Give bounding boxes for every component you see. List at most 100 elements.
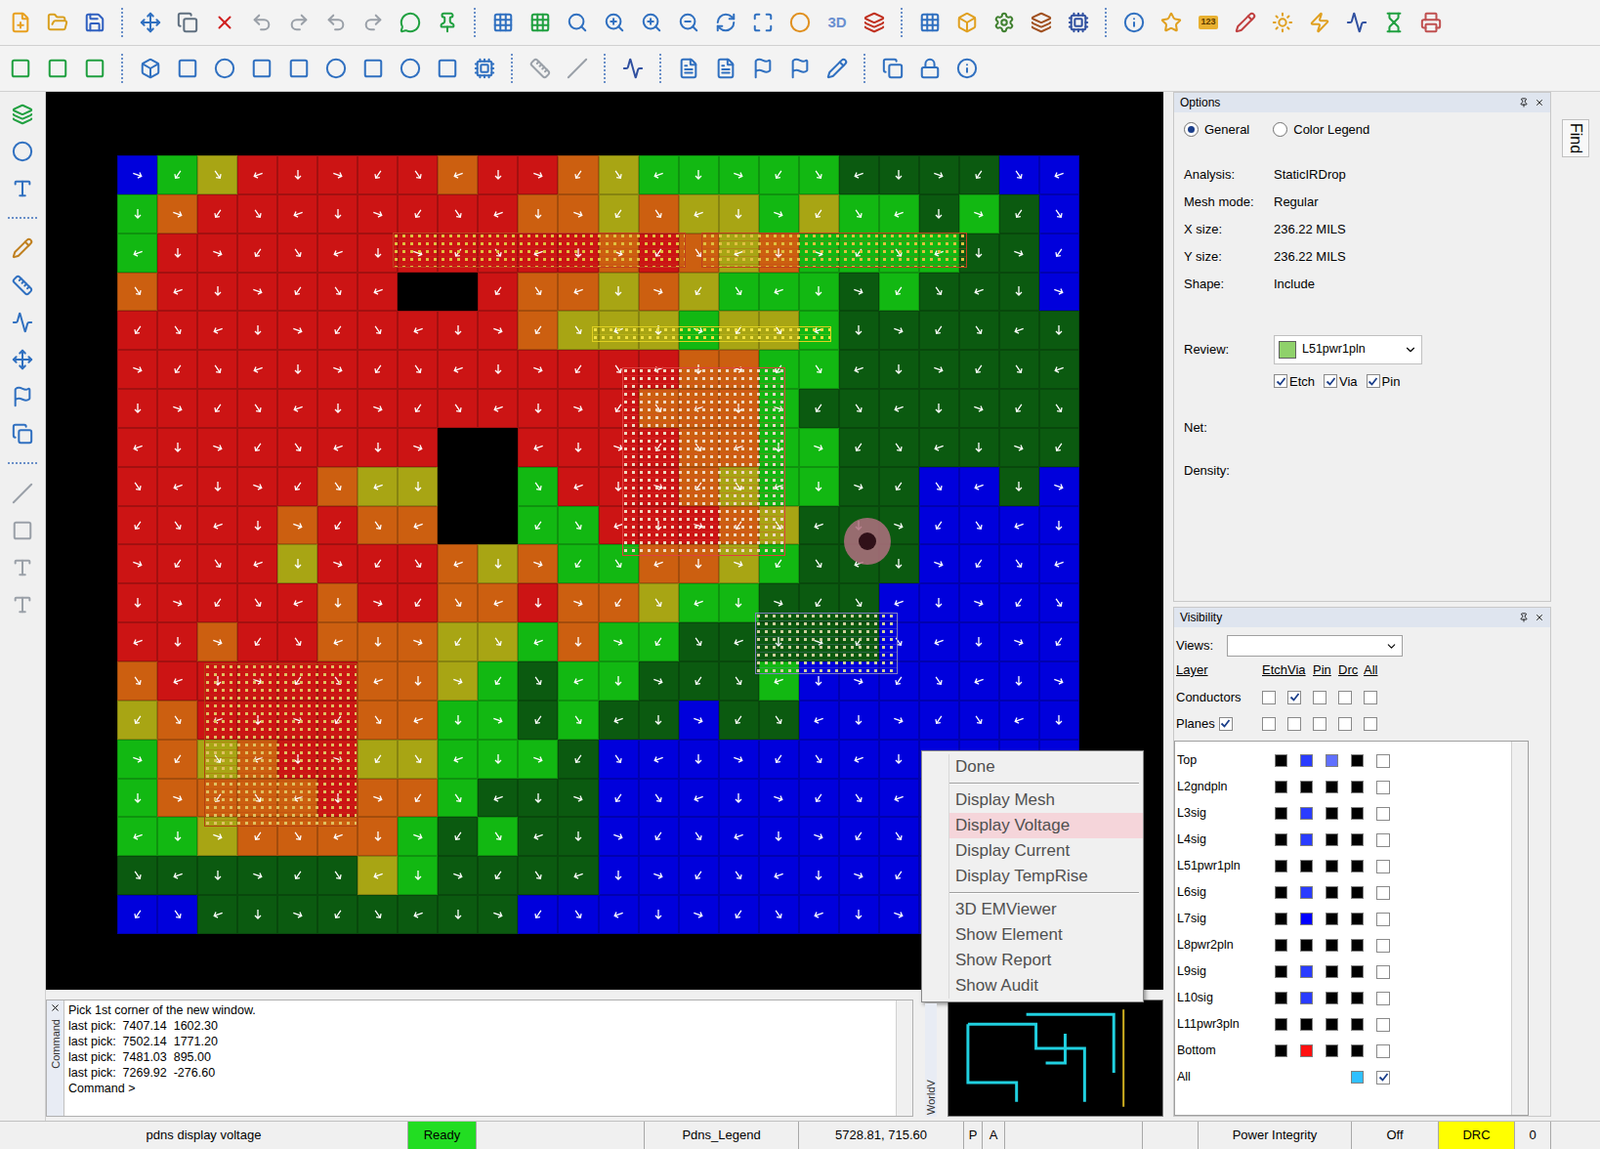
toolbar-button[interactable]: [1026, 7, 1056, 38]
toolbar-button[interactable]: [80, 7, 110, 38]
layer-color-swatch[interactable]: [1300, 1017, 1313, 1031]
toolbar-button[interactable]: [748, 7, 778, 38]
column-header[interactable]: Drc: [1338, 660, 1364, 680]
layer-color-swatch[interactable]: [1350, 1017, 1364, 1031]
layer-color-swatch[interactable]: [1274, 780, 1288, 794]
toolbar-button[interactable]: [785, 7, 815, 38]
checkbox[interactable]: [1262, 690, 1276, 705]
toolbar-button[interactable]: [7, 99, 38, 129]
layer-all-checkbox[interactable]: [1376, 806, 1390, 821]
pin-icon[interactable]: [1518, 612, 1529, 623]
group-checkbox[interactable]: [1219, 716, 1233, 731]
layer-color-swatch[interactable]: [1300, 780, 1313, 794]
layer-color-swatch[interactable]: [1325, 859, 1339, 873]
toolbar-button[interactable]: [7, 552, 38, 583]
toolbar-button[interactable]: [135, 53, 166, 84]
toolbar-button[interactable]: [525, 53, 555, 84]
checkbox[interactable]: [1363, 716, 1378, 731]
layer-color-swatch[interactable]: [1350, 754, 1364, 767]
layer-list-scrollbar[interactable]: [1511, 741, 1528, 1115]
views-dropdown[interactable]: [1226, 634, 1403, 657]
layer-color-swatch[interactable]: [1300, 806, 1313, 820]
layer-all-checkbox[interactable]: [1376, 833, 1390, 847]
layer-color-swatch[interactable]: [1325, 912, 1339, 926]
toolbar-button[interactable]: [7, 233, 38, 263]
review-dropdown[interactable]: L51pwr1pln: [1273, 335, 1423, 365]
layer-color-swatch[interactable]: [1325, 885, 1339, 899]
toolbar-button[interactable]: [321, 7, 351, 38]
toolbar-button[interactable]: [7, 515, 38, 546]
column-header[interactable]: Layer: [1176, 660, 1263, 680]
toolbar-button[interactable]: [952, 7, 982, 38]
layer-color-swatch[interactable]: [1350, 1044, 1364, 1057]
layer-color-swatch[interactable]: [1274, 806, 1288, 820]
layer-all-checkbox[interactable]: [1376, 754, 1390, 768]
toolbar-button[interactable]: [1305, 7, 1335, 38]
toolbar-button[interactable]: [822, 53, 852, 84]
layer-all-checkbox[interactable]: [1376, 1044, 1390, 1058]
close-icon[interactable]: [49, 1002, 61, 1013]
toolbar-button[interactable]: [599, 7, 630, 38]
toolbar-button[interactable]: [247, 7, 277, 38]
toolbar-button[interactable]: [711, 7, 741, 38]
toolbar-button[interactable]: [7, 307, 38, 337]
layer-all-checkbox[interactable]: [1376, 885, 1390, 900]
layer-color-swatch[interactable]: [1325, 965, 1339, 978]
toolbar-button[interactable]: [210, 53, 240, 84]
filter-checkbox[interactable]: [1323, 374, 1338, 388]
checkbox[interactable]: [1287, 716, 1302, 731]
toolbar-button[interactable]: [7, 478, 38, 508]
toolbar-button[interactable]: [5, 53, 36, 84]
toolbar-button[interactable]: [989, 7, 1019, 38]
layer-color-swatch[interactable]: [1300, 912, 1313, 926]
layer-color-swatch[interactable]: [1325, 991, 1339, 1005]
layer-color-swatch[interactable]: [1274, 754, 1288, 767]
checkbox[interactable]: [1338, 716, 1352, 731]
toolbar-button[interactable]: [284, 53, 314, 84]
toolbar-button[interactable]: [7, 270, 38, 300]
layer-color-swatch[interactable]: [1300, 1044, 1313, 1057]
toolbar-button[interactable]: [7, 173, 38, 204]
column-header[interactable]: All: [1363, 660, 1390, 680]
pin-icon[interactable]: [1518, 97, 1529, 108]
toolbar-button[interactable]: [1063, 7, 1094, 38]
layer-color-swatch[interactable]: [1350, 991, 1364, 1005]
menu-item[interactable]: Display Current: [949, 838, 1143, 864]
layer-color-swatch[interactable]: [1300, 965, 1313, 978]
toolbar-button[interactable]: [1156, 7, 1186, 38]
toolbar-button[interactable]: [915, 7, 945, 38]
toolbar-button[interactable]: [785, 53, 815, 84]
layer-color-swatch[interactable]: [1350, 859, 1364, 873]
toolbar-button[interactable]: [525, 7, 555, 38]
layer-color-swatch[interactable]: [1274, 885, 1288, 899]
layer-color-swatch[interactable]: [1350, 885, 1364, 899]
filter-checkbox[interactable]: [1366, 374, 1381, 388]
numbers-button[interactable]: 123: [1193, 7, 1223, 38]
layer-color-swatch[interactable]: [1350, 833, 1364, 846]
menu-item[interactable]: Show Report: [949, 947, 1143, 973]
layer-all-checkbox[interactable]: [1376, 1070, 1390, 1085]
layer-color-swatch[interactable]: [1325, 806, 1339, 820]
layer-all-checkbox[interactable]: [1376, 965, 1390, 979]
menu-item[interactable]: Done: [949, 754, 1143, 780]
toolbar-button[interactable]: [915, 53, 945, 84]
layer-all-checkbox[interactable]: [1376, 1017, 1390, 1032]
toolbar-button[interactable]: [172, 53, 203, 84]
menu-item[interactable]: Show Element: [949, 922, 1143, 948]
checkbox[interactable]: [1262, 716, 1276, 731]
layer-color-swatch[interactable]: [1325, 780, 1339, 794]
layer-color-swatch[interactable]: [1300, 885, 1313, 899]
layer-all-checkbox[interactable]: [1376, 859, 1390, 874]
layer-color-swatch[interactable]: [1274, 1017, 1288, 1031]
toolbar-button[interactable]: [42, 53, 73, 84]
toolbar-button[interactable]: [1267, 7, 1298, 38]
layer-color-swatch[interactable]: [1350, 938, 1364, 952]
checkbox[interactable]: [1363, 690, 1378, 705]
toolbar-button[interactable]: [284, 7, 314, 38]
toolbar-button[interactable]: [5, 7, 36, 38]
command-scrollbar[interactable]: [895, 1000, 913, 1116]
toolbar-button[interactable]: [562, 7, 592, 38]
toolbar-button[interactable]: [1342, 7, 1372, 38]
close-icon[interactable]: [1534, 612, 1545, 623]
toolbar-button[interactable]: [7, 589, 38, 620]
